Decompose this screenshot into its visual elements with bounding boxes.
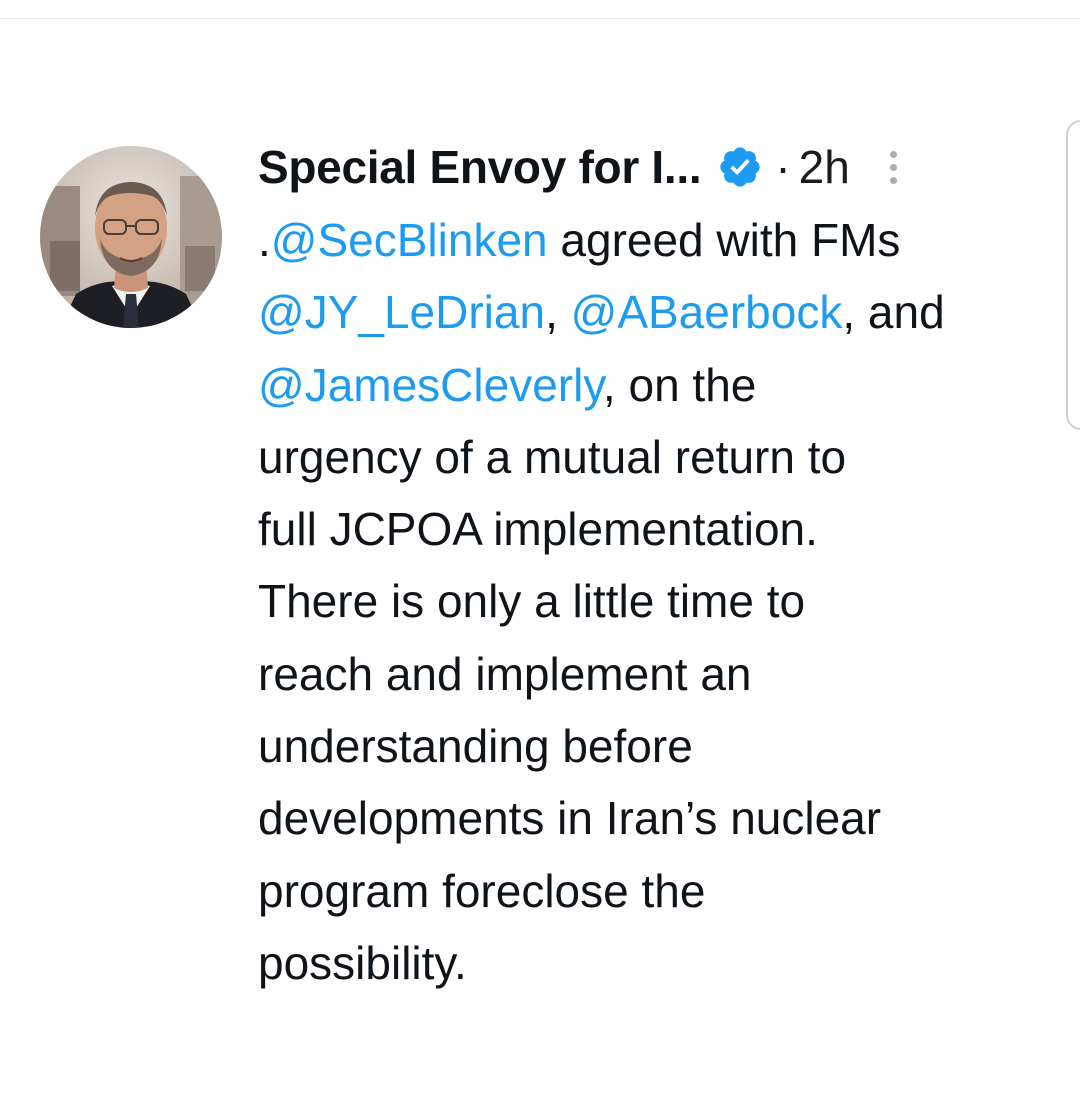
tweet-text: .@SecBlinken agreed with FMs @JY_LeDrian,… xyxy=(258,204,1058,999)
author-name[interactable]: Special Envoy for I... xyxy=(258,140,702,194)
tweet-line: possibility. xyxy=(258,927,1058,999)
tweet-header: Special Envoy for I... · 2h xyxy=(258,126,1058,208)
tweet-text-segment: program foreclose the xyxy=(258,864,706,917)
meta-separator: · xyxy=(775,141,791,193)
mention-link[interactable]: @ABaerbock xyxy=(571,286,843,338)
tweet-text-segment: reach and implement an xyxy=(258,647,752,700)
tweet-line: @JY_LeDrian, @ABaerbock, and xyxy=(258,276,1058,348)
tweet-text-segment: , xyxy=(545,286,571,339)
scrollbar[interactable] xyxy=(1066,120,1080,430)
tweet-text-segment: There is only a little time to xyxy=(258,575,806,628)
tweet-line: .@SecBlinken agreed with FMs xyxy=(258,204,1058,276)
mention-link[interactable]: @SecBlinken xyxy=(271,214,548,266)
tweet-line: developments in Iran’s nuclear xyxy=(258,782,1058,854)
avatar[interactable] xyxy=(40,146,222,328)
tweet-line: program foreclose the xyxy=(258,855,1058,927)
tweet-line: full JCPOA implementation. xyxy=(258,493,1058,565)
tweet[interactable]: Special Envoy for I... · 2h .@SecBlinken… xyxy=(258,126,1058,999)
mention-link[interactable]: @JY_LeDrian xyxy=(258,286,545,338)
avatar-photo xyxy=(40,146,222,328)
tweet-line: There is only a little time to xyxy=(258,565,1058,637)
tweet-line: understanding before xyxy=(258,710,1058,782)
tweet-line: urgency of a mutual return to xyxy=(258,421,1058,493)
tweet-text-segment: understanding before xyxy=(258,720,693,773)
timestamp[interactable]: 2h xyxy=(799,140,850,194)
tweet-text-segment: full JCPOA implementation. xyxy=(258,503,818,556)
verified-badge-icon xyxy=(717,144,763,190)
mention-link[interactable]: @JamesCleverly xyxy=(258,359,603,411)
more-vertical-icon[interactable] xyxy=(886,143,900,191)
tweet-line: reach and implement an xyxy=(258,638,1058,710)
tweet-line: @JamesCleverly, on the xyxy=(258,349,1058,421)
tweet-text-segment: . xyxy=(258,214,271,266)
tweet-text-segment: urgency of a mutual return to xyxy=(258,430,847,483)
tweet-text-segment: agreed with FMs xyxy=(547,214,901,266)
tweet-text-segment: developments in Iran’s nuclear xyxy=(258,792,882,845)
tweet-text-segment: , on the xyxy=(602,358,757,411)
tweet-text-segment: possibility. xyxy=(258,936,467,989)
tweet-text-segment: , and xyxy=(842,286,945,339)
top-divider xyxy=(0,18,1080,19)
